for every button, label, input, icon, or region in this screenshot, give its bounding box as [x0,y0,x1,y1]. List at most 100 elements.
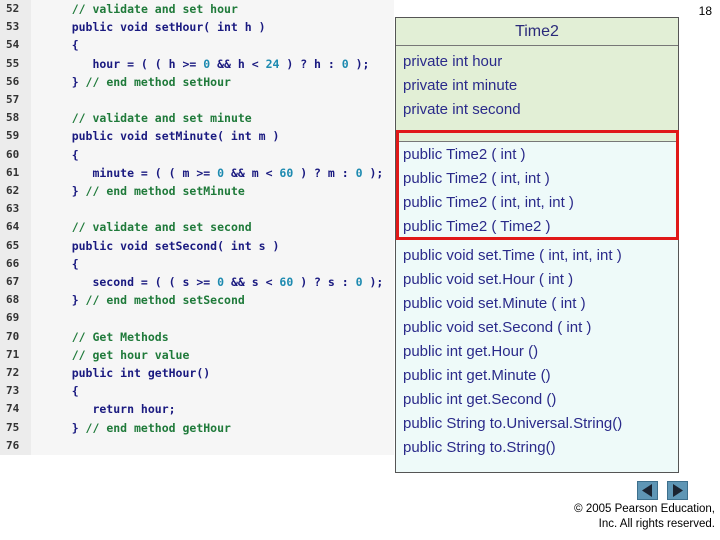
code-token: } [44,184,86,198]
uml-method: public int get.Hour () [403,343,539,360]
code-text: } // end method setHour [44,73,231,91]
previous-slide-button[interactable] [637,481,658,500]
copyright-line-1: © 2005 Pearson Education, [574,503,715,515]
code-text: second = ( ( s >= 0 && s < 60 ) ? s : 0 … [44,273,383,291]
line-number: 63 [6,202,20,216]
code-listing: 52 // validate and set hour 53 public voi… [0,0,394,455]
code-comment: // end method getHour [85,420,231,435]
code-comment: // validate and set minute [71,111,252,126]
code-text: // validate and set minute [44,109,252,127]
line-number: 58 [6,111,20,125]
code-text: } // end method setSecond [44,291,245,309]
code-token: ) ? s : [293,275,356,289]
code-comment: // end method setHour [85,74,231,89]
line-number: 54 [6,38,20,52]
code-token: } [44,420,86,435]
code-token: { [44,384,79,399]
code-text: { [44,382,79,400]
code-number: 24 [265,56,280,71]
uml-method: public String to.Universal.String() [403,415,623,432]
code-number: 60 [279,275,294,289]
code-text: minute = ( ( m >= 0 && m < 60 ) ? m : 0 … [44,164,383,182]
code-text: { [44,146,79,164]
code-token: hour = ( ( h >= [44,56,204,71]
code-comment: // validate and set hour [71,2,238,16]
code-number: 0 [355,165,363,180]
triangle-right-icon [673,484,683,497]
code-text: public void setHour( int h ) [44,18,266,36]
line-number: 61 [6,165,20,179]
line-number: 56 [6,74,20,88]
uml-class-diagram: Time2 private int hour private int minut… [395,17,679,473]
code-text: } // end method setMinute [44,182,245,200]
code-number: 0 [341,56,349,71]
code-comment: // get hour value [71,347,190,362]
line-number: 55 [6,56,20,70]
line-number: 75 [6,420,20,434]
uml-method: public int get.Second () [403,391,557,408]
line-number: 53 [6,20,20,34]
code-text: { [44,36,79,54]
code-token: && h < [210,56,266,71]
line-number: 52 [6,2,20,15]
line-number: 65 [6,238,20,252]
code-text: { [44,255,79,273]
uml-method: public int get.Minute () [403,367,551,384]
uml-method: public void set.Time ( int, int, int ) [403,247,622,264]
code-token: ) ? m : [293,165,356,180]
code-comment: // Get Methods [71,329,169,344]
line-number: 68 [6,293,20,307]
code-number: 0 [217,275,225,289]
uml-method: public String to.String() [403,439,556,456]
line-number: 60 [6,147,20,161]
next-slide-button[interactable] [667,481,688,500]
code-token: ) ? h : [279,56,342,71]
uml-methods-compartment: public void set.Time ( int, int, int ) p… [396,240,678,472]
line-number: 62 [6,184,20,197]
code-text: hour = ( ( h >= 0 && h < 24 ) ? h : 0 ); [44,55,369,73]
copyright-line-2: Inc. All rights reserved. [598,518,715,530]
code-text: // Get Methods [44,328,169,346]
code-token: { [44,147,79,162]
copyright-notice: © 2005 Pearson Education, Inc. All right… [455,502,715,532]
uml-method: public void set.Minute ( int ) [403,295,586,312]
code-text: // validate and set second [44,218,252,236]
triangle-left-icon [642,484,652,497]
code-token: return hour; [44,402,176,417]
code-text: } // end method getHour [44,419,231,437]
code-token: public void setMinute( int m ) [44,129,280,144]
uml-fields-compartment: private int hour private int minute priv… [396,46,678,142]
line-number: 67 [6,275,20,288]
code-number: 0 [217,165,225,180]
code-token: minute = ( ( m >= [44,165,218,180]
code-text: public void setSecond( int s ) [44,237,280,255]
code-number: 60 [279,165,294,180]
line-number: 66 [6,256,20,270]
code-token: && m < [224,165,280,180]
uml-method: public void set.Second ( int ) [403,319,592,336]
code-token: second = ( ( s >= [44,275,218,289]
code-token: public void setSecond( int s ) [44,238,280,253]
line-number: 76 [6,438,20,452]
uml-field: private int hour [403,53,503,70]
uml-method: public void set.Hour ( int ) [403,271,574,288]
code-text: public void setMinute( int m ) [44,127,280,145]
code-comment: // end method setSecond [85,293,245,308]
page-number: 18 [698,4,712,18]
uml-class-title: Time2 [396,18,678,46]
code-number: 0 [355,275,363,289]
code-token: public void setHour( int h ) [44,20,266,35]
line-number: 73 [6,384,20,398]
code-text: return hour; [44,400,176,418]
line-number: 59 [6,129,20,143]
code-text: // validate and set hour [44,0,238,18]
code-token: ); [348,56,370,71]
uml-field: private int second [403,101,521,118]
code-token: ); [362,275,384,289]
constructors-highlight-box [396,130,679,240]
code-comment: // end method setMinute [85,184,245,198]
